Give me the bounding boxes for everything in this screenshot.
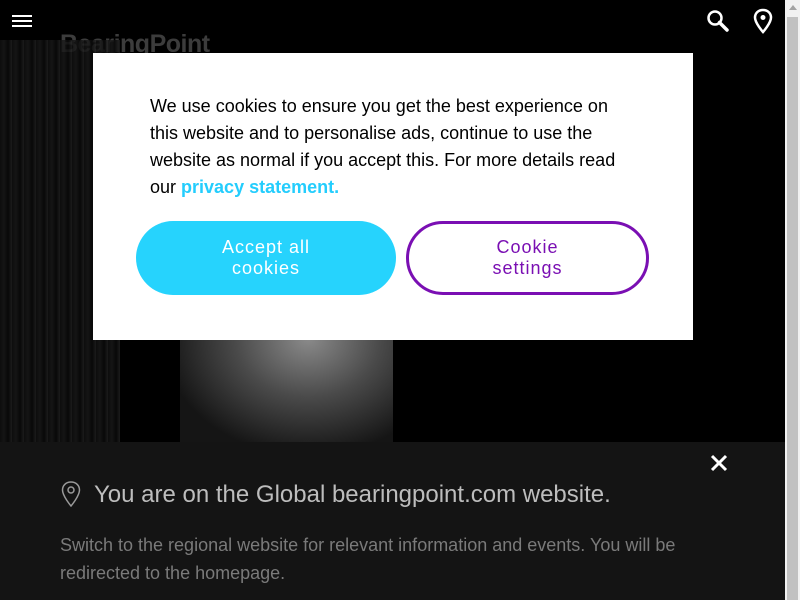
vertical-scrollbar[interactable]	[785, 0, 800, 600]
scroll-up-arrow-icon[interactable]	[785, 0, 800, 15]
accept-all-cookies-button[interactable]: Accept all cookies	[136, 221, 396, 295]
cookie-settings-button[interactable]: Cookie settings	[406, 221, 649, 295]
region-banner: You are on the Global bearingpoint.com w…	[0, 442, 785, 600]
privacy-statement-link[interactable]: privacy statement.	[181, 177, 339, 197]
search-icon[interactable]	[705, 8, 731, 34]
scrollbar-thumb[interactable]	[787, 17, 798, 600]
location-pin-icon[interactable]	[752, 8, 774, 34]
cookie-consent-dialog: We use cookies to ensure you get the bes…	[93, 53, 693, 340]
close-icon[interactable]	[708, 452, 730, 474]
region-description: Switch to the regional website for relev…	[60, 535, 676, 583]
location-pin-icon	[60, 480, 82, 508]
hamburger-menu-icon[interactable]	[12, 12, 32, 28]
region-title: You are on the Global bearingpoint.com w…	[94, 481, 611, 508]
cookie-message: We use cookies to ensure you get the bes…	[150, 93, 630, 201]
